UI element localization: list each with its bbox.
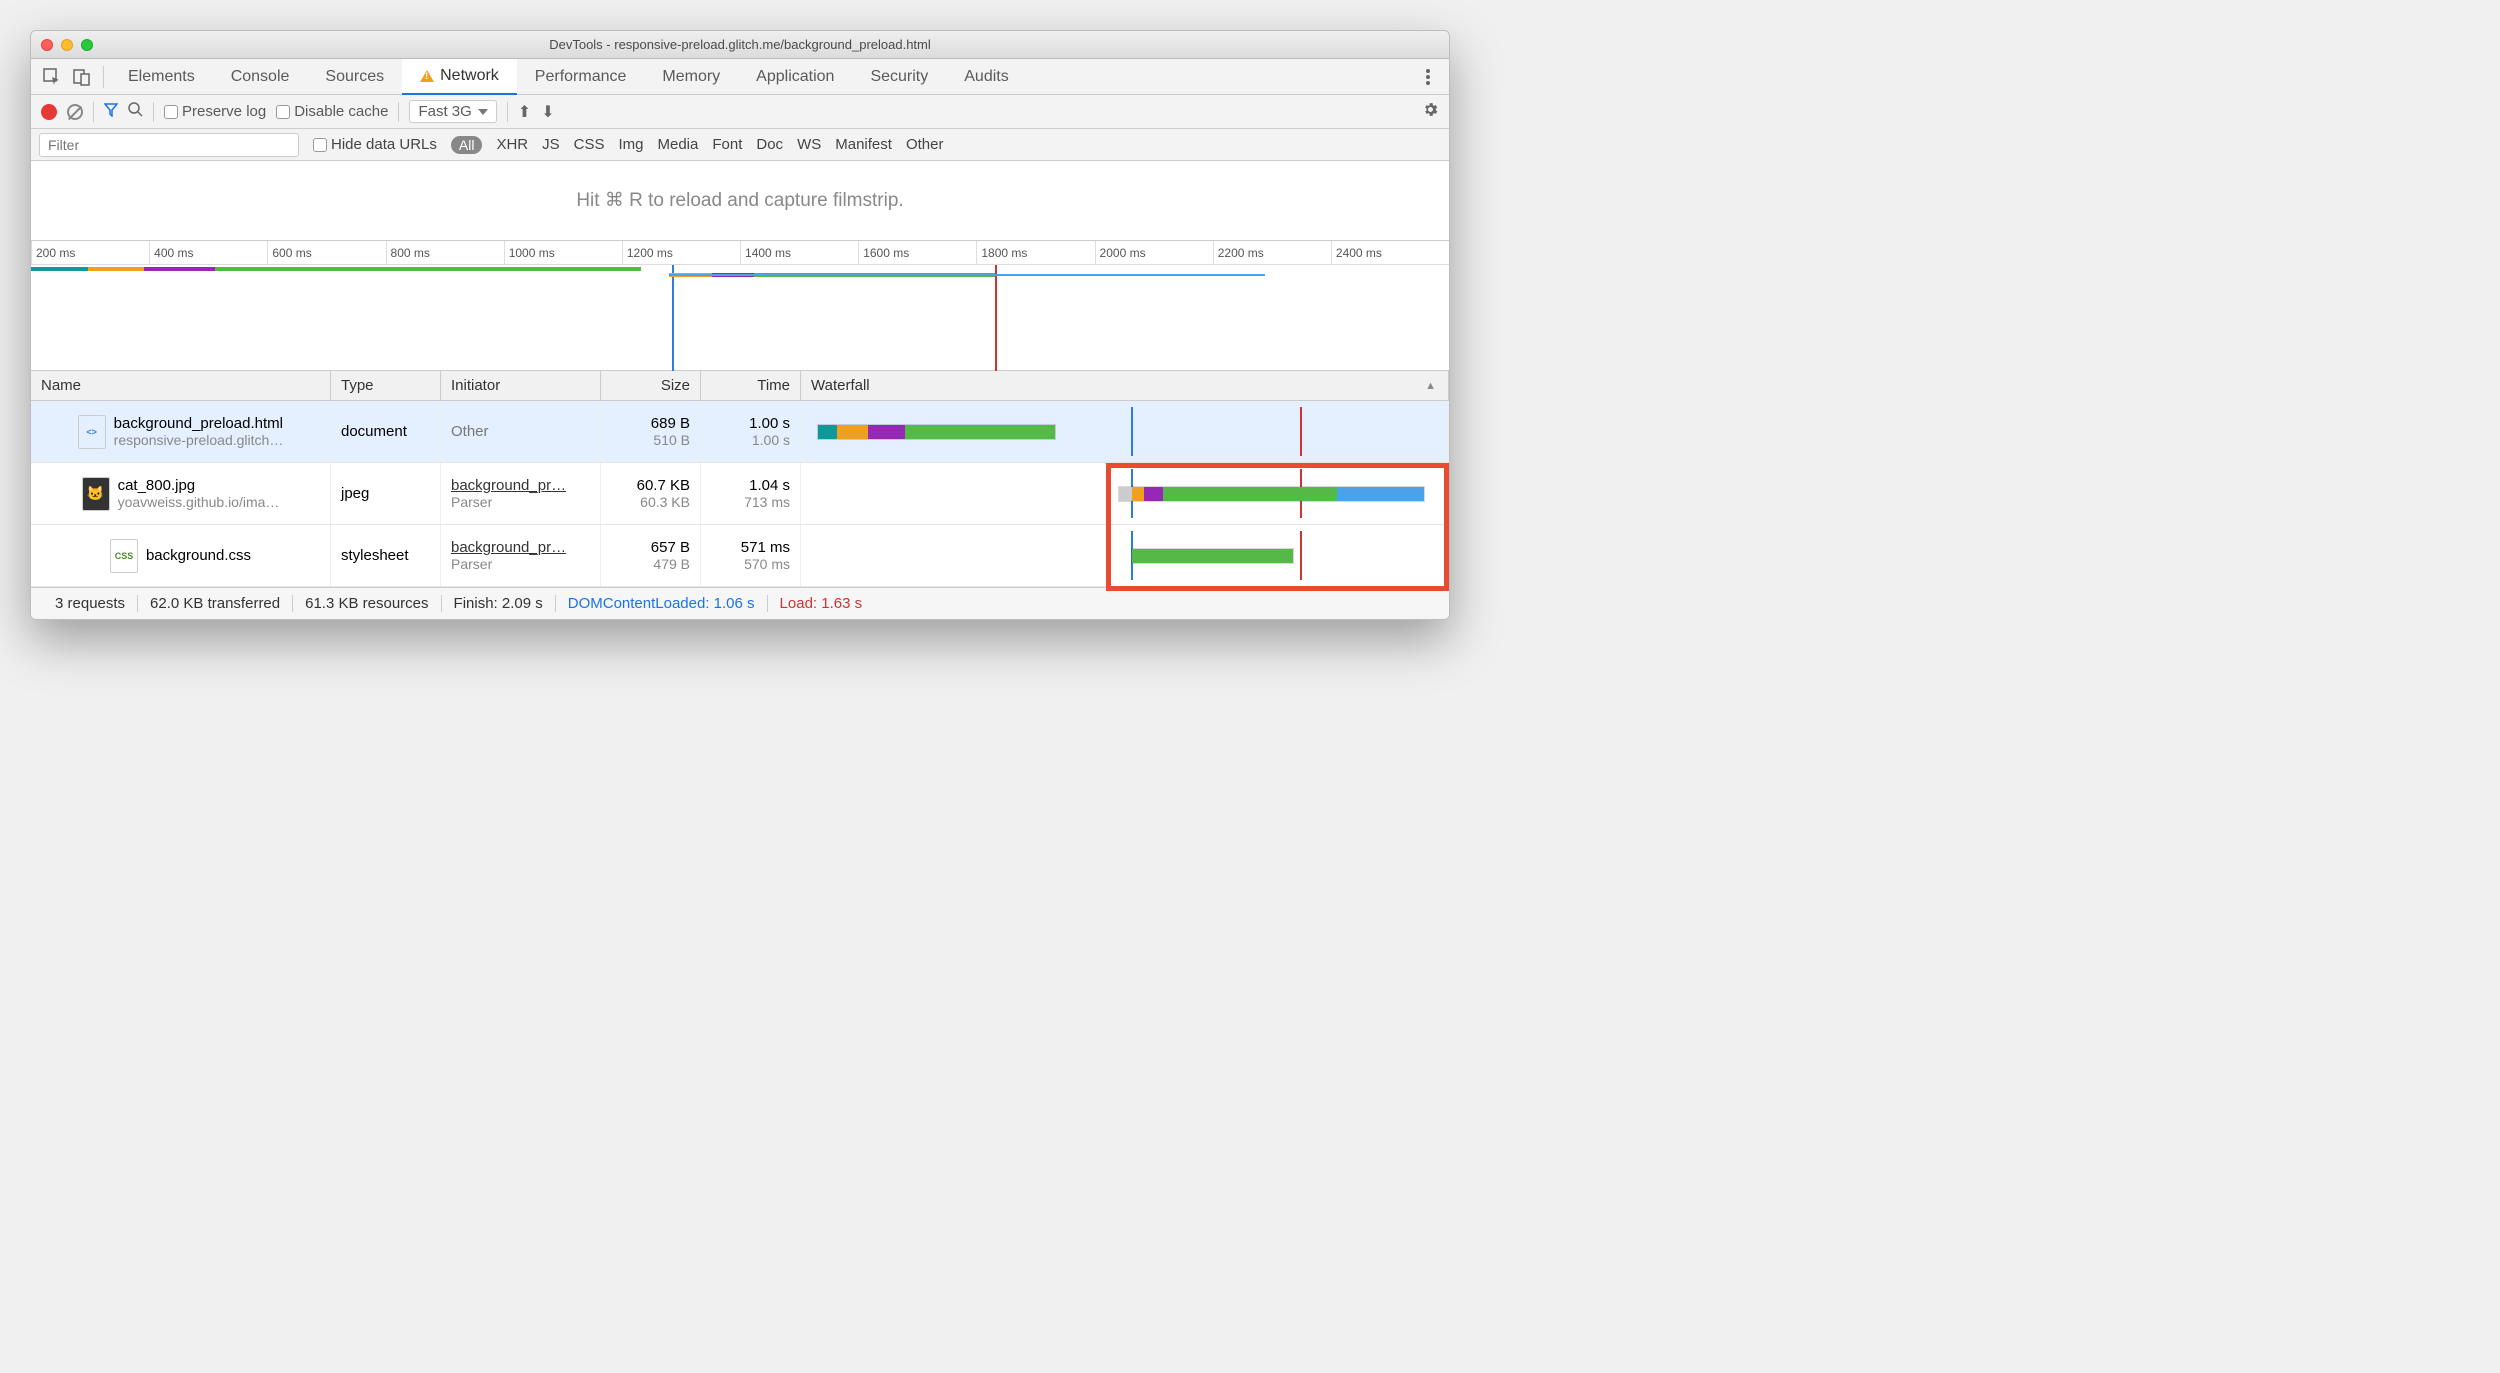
table-header[interactable]: Name Type Initiator Size Time Waterfall (31, 371, 1449, 401)
tab-performance[interactable]: Performance (517, 59, 645, 95)
tab-memory[interactable]: Memory (644, 59, 738, 95)
tab-network[interactable]: Network (402, 59, 517, 95)
filter-type-ws[interactable]: WS (797, 136, 821, 153)
tab-sources[interactable]: Sources (307, 59, 402, 95)
search-icon[interactable] (128, 102, 143, 121)
request-name: background_preload.html (114, 415, 284, 432)
filter-type-other[interactable]: Other (906, 136, 944, 153)
status-bar: 3 requests 62.0 KB transferred 61.3 KB r… (31, 587, 1449, 619)
upload-har-icon[interactable]: ⬆ (518, 102, 531, 122)
window-title: DevTools - responsive-preload.glitch.me/… (31, 37, 1449, 52)
table-row[interactable]: CSSbackground.cssstylesheetbackground_pr… (31, 525, 1449, 587)
timeline-overview[interactable]: 200 ms400 ms600 ms800 ms1000 ms1200 ms14… (31, 241, 1449, 371)
request-domain: yoavweiss.github.io/ima… (118, 494, 280, 510)
tab-application[interactable]: Application (738, 59, 852, 95)
filter-type-css[interactable]: CSS (574, 136, 605, 153)
network-toolbar: Preserve log Disable cache Fast 3G ⬆ ⬇ (31, 95, 1449, 129)
more-icon[interactable] (1413, 62, 1443, 92)
filter-type-media[interactable]: Media (658, 136, 699, 153)
tab-security[interactable]: Security (852, 59, 946, 95)
device-toolbar-icon[interactable] (67, 62, 97, 92)
initiator-link[interactable]: background_pr… (451, 477, 590, 494)
filmstrip-hint: Hit ⌘ R to reload and capture filmstrip. (31, 161, 1449, 241)
filter-type-manifest[interactable]: Manifest (835, 136, 892, 153)
network-table: Name Type Initiator Size Time Waterfall … (31, 371, 1449, 587)
settings-icon[interactable] (1422, 101, 1439, 122)
request-domain: responsive-preload.glitch… (114, 432, 284, 448)
stat-requests: 3 requests (43, 595, 138, 612)
tab-audits[interactable]: Audits (946, 59, 1026, 95)
preserve-log-checkbox[interactable]: Preserve log (164, 103, 266, 120)
css-file-icon: CSS (110, 539, 138, 573)
stat-resources: 61.3 KB resources (293, 595, 441, 612)
filter-bar: Hide data URLs All XHR JS CSS Img Media Font Do… (31, 129, 1449, 161)
filter-type-xhr[interactable]: XHR (496, 136, 528, 153)
stat-domcontentloaded: DOMContentLoaded: 1.06 s (556, 595, 768, 612)
chevron-down-icon (478, 109, 488, 115)
record-button[interactable] (41, 104, 57, 120)
devtools-window: DevTools - responsive-preload.glitch.me/… (30, 30, 1450, 620)
filter-type-img[interactable]: Img (618, 136, 643, 153)
html-file-icon: <> (78, 415, 106, 449)
filter-type-font[interactable]: Font (712, 136, 742, 153)
img-file-icon: 🐱 (82, 477, 110, 511)
filter-type-js[interactable]: JS (542, 136, 560, 153)
download-har-icon[interactable]: ⬇ (541, 102, 554, 122)
warning-icon (420, 70, 434, 82)
request-name: cat_800.jpg (118, 477, 280, 494)
throttling-select[interactable]: Fast 3G (409, 100, 496, 123)
tab-console[interactable]: Console (213, 59, 308, 95)
clear-button[interactable] (67, 104, 83, 120)
filter-type-all[interactable]: All (451, 136, 483, 154)
request-name: background.css (146, 547, 251, 564)
table-row[interactable]: 🐱cat_800.jpgyoavweiss.github.io/ima…jpeg… (31, 463, 1449, 525)
filter-toggle-icon[interactable] (104, 103, 118, 121)
inspect-icon[interactable] (37, 62, 67, 92)
stat-finish: Finish: 2.09 s (442, 595, 556, 612)
initiator-link[interactable]: background_pr… (451, 539, 590, 556)
main-tabs: ElementsConsoleSourcesNetworkPerformance… (31, 59, 1449, 95)
filter-input[interactable] (39, 133, 299, 157)
titlebar: DevTools - responsive-preload.glitch.me/… (31, 31, 1449, 59)
tab-elements[interactable]: Elements (110, 59, 213, 95)
stat-transferred: 62.0 KB transferred (138, 595, 293, 612)
filter-type-doc[interactable]: Doc (756, 136, 783, 153)
table-row[interactable]: <> background_preload.htmlresponsive-prel… (31, 401, 1449, 463)
stat-load: Load: 1.63 s (768, 595, 875, 612)
hide-data-urls-checkbox[interactable]: Hide data URLs (313, 136, 437, 153)
disable-cache-checkbox[interactable]: Disable cache (276, 103, 388, 120)
